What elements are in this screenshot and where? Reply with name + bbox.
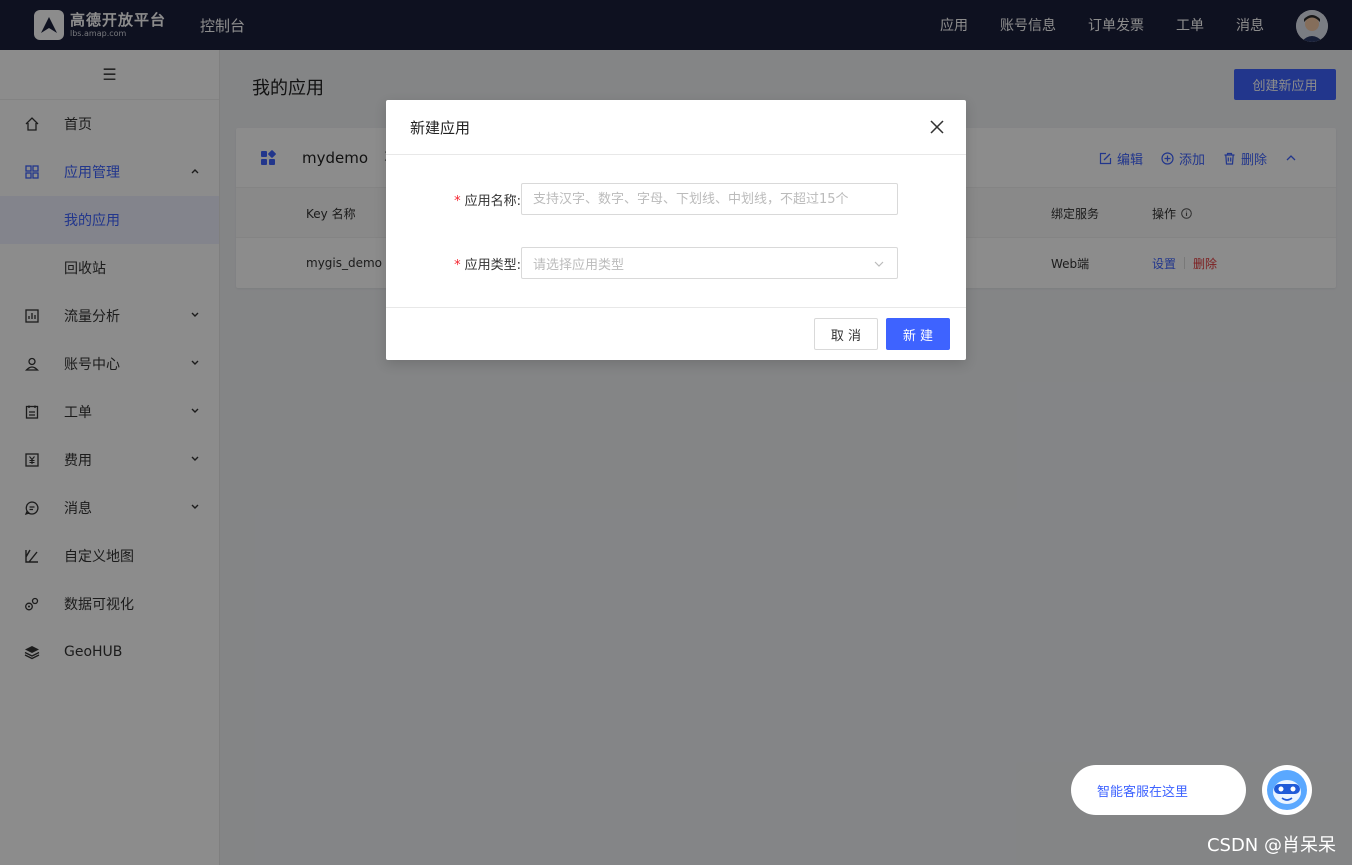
watermark-text: CSDN @肖呆呆 [1206, 835, 1336, 856]
required-mark: * [454, 193, 461, 209]
new-app-dialog: 新建应用 *应用名称: *应用类型: 请选择应用类型 取 消 新 建 [386, 100, 966, 360]
cancel-button[interactable]: 取 消 [814, 318, 878, 350]
app-type-label: 应用类型: [464, 257, 521, 273]
close-icon[interactable] [930, 120, 944, 134]
app-name-label: 应用名称: [464, 193, 521, 209]
app-type-select[interactable]: 请选择应用类型 [521, 247, 898, 279]
create-button[interactable]: 新 建 [886, 318, 950, 350]
chat-service-bubble[interactable]: 智能客服在这里 [1071, 765, 1246, 815]
app-name-input[interactable] [521, 183, 898, 215]
app-type-placeholder: 请选择应用类型 [533, 257, 625, 273]
app-name-row: * 应用名称: [386, 183, 966, 215]
chevron-down-icon [874, 261, 884, 267]
chat-assistant-icon[interactable] [1262, 765, 1312, 815]
app-type-row: * 应用类型: 请选择应用类型 [386, 247, 966, 279]
dialog-title: 新建应用 [410, 118, 471, 137]
required-mark: * [454, 257, 461, 273]
